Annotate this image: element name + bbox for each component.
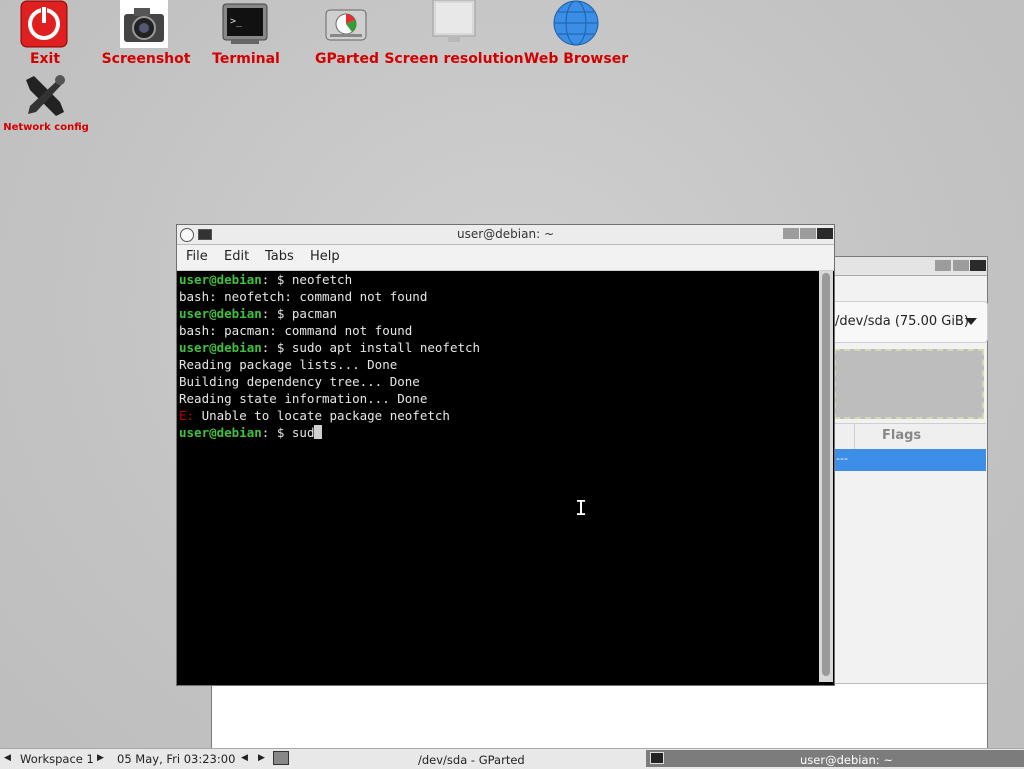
menu-edit[interactable]: Edit <box>224 249 249 264</box>
desktop-icon-label: Network config <box>3 122 89 133</box>
prompt-suffix: : $ <box>261 272 292 287</box>
terminal-window[interactable]: user@debian: ~ File Edit Tabs Help user@… <box>176 224 835 686</box>
terminal-line: Reading state information... Done <box>179 391 428 406</box>
svg-text:>_: >_ <box>230 16 243 27</box>
task-label: /dev/sda - GParted <box>418 753 525 767</box>
terminal-line: user@debian: $ neofetch <box>179 271 480 288</box>
device-selector[interactable]: /dev/sda (75.00 GiB) <box>812 301 988 343</box>
command-text: sud <box>291 425 315 440</box>
terminal-small-icon <box>650 752 664 764</box>
error-text: Unable to locate package neofetch <box>194 408 450 423</box>
desktop-icon-label: GParted <box>315 51 379 67</box>
terminal-line: bash: neofetch: command not found <box>179 289 428 304</box>
terminal-scrollbar[interactable] <box>819 271 833 682</box>
terminal-line: user@debian: $ pacman <box>179 305 480 322</box>
chevron-down-icon <box>965 318 977 325</box>
desktop-icon-label: Web Browser <box>523 51 629 67</box>
desktop-icon-label: Screen resolution <box>384 51 524 67</box>
scrollbar-thumb[interactable] <box>822 273 830 676</box>
partition-row-selected[interactable]: --- <box>834 449 986 471</box>
text-cursor-icon: I <box>575 496 588 520</box>
prompt-suffix: : $ <box>261 340 292 355</box>
terminal-line: E: Unable to locate package neofetch <box>179 407 480 424</box>
terminal-lines: user@debian: $ neofetch bash: neofetch: c… <box>179 271 480 441</box>
partition-table-header: Flags <box>834 423 986 451</box>
desktop-icon-label: Exit <box>29 51 61 67</box>
desktop-icon-screenshot[interactable]: Screenshot <box>102 0 190 70</box>
close-button[interactable] <box>817 228 833 239</box>
desktop-icon-label: Terminal <box>212 51 280 67</box>
workspace-name[interactable]: Workspace 1 <box>20 752 94 766</box>
command-text: pacman <box>291 306 338 321</box>
terminal-line: Reading package lists... Done <box>179 357 398 372</box>
show-desktop-icon[interactable] <box>273 751 289 765</box>
prompt-suffix: : $ <box>261 306 292 321</box>
workspace-next-icon[interactable]: ▶ <box>97 753 104 763</box>
terminal-menubar: File Edit Tabs Help <box>177 245 834 271</box>
minimize-button[interactable] <box>783 228 799 239</box>
prompt-user: user@debian <box>179 425 262 440</box>
disk-partition-graphic[interactable] <box>834 349 984 419</box>
prompt-user: user@debian <box>179 306 262 321</box>
desktop-icon-label: Screenshot <box>101 51 191 67</box>
desktop-icon-screen-resolution[interactable]: Screen resolution <box>384 0 524 70</box>
desktop-icon-network-config[interactable]: Network config <box>3 72 89 136</box>
command-text: neofetch <box>291 272 353 287</box>
column-divider <box>854 424 855 450</box>
prompt-user: user@debian <box>179 340 262 355</box>
disk-icon <box>322 0 370 48</box>
gparted-lower-pane <box>212 683 987 750</box>
prompt-suffix: : $ <box>261 425 292 440</box>
terminal-output[interactable]: user@debian: $ neofetch bash: neofetch: c… <box>177 271 818 682</box>
minimize-button[interactable] <box>935 260 951 271</box>
device-label: /dev/sda (75.00 GiB) <box>835 314 969 329</box>
power-icon <box>20 0 68 48</box>
workspace-prev-icon[interactable]: ◀ <box>4 753 11 763</box>
window-title: user@debian: ~ <box>457 227 554 241</box>
task-gparted[interactable]: /dev/sda - GParted <box>296 750 642 767</box>
column-header-flags[interactable]: Flags <box>882 428 921 443</box>
globe-icon <box>552 0 600 48</box>
block-cursor <box>314 425 323 439</box>
partition-row-text: --- <box>836 452 848 465</box>
terminal-line: bash: pacman: command not found <box>179 323 413 338</box>
command-text: sudo apt install neofetch <box>291 340 481 355</box>
desktop-icon-gparted[interactable]: GParted <box>315 0 379 70</box>
taskbar: ◀ Workspace 1 ▶ 05 May, Fri 03:23:00 ◀ ▶… <box>0 748 1024 769</box>
menu-tabs[interactable]: Tabs <box>265 249 294 264</box>
menu-file[interactable]: File <box>186 249 208 264</box>
prompt-user: user@debian <box>179 272 262 287</box>
menu-help[interactable]: Help <box>310 249 340 264</box>
close-button[interactable] <box>970 260 986 271</box>
terminal-icon: >_ <box>221 0 269 48</box>
terminal-titlebar[interactable]: user@debian: ~ <box>177 225 834 245</box>
tray-next-icon[interactable]: ▶ <box>258 753 265 763</box>
maximize-button[interactable] <box>953 260 969 271</box>
terminal-line: user@debian: $ sudo apt install neofetch <box>179 339 480 356</box>
maximize-button[interactable] <box>800 228 816 239</box>
desktop-icon-exit[interactable]: Exit <box>18 0 72 70</box>
tray-prev-icon[interactable]: ◀ <box>241 753 248 763</box>
desktop-icon-web-browser[interactable]: Web Browser <box>524 0 628 70</box>
error-prefix: E: <box>179 408 195 423</box>
terminal-line: Building dependency tree... Done <box>179 374 420 389</box>
task-label: user@debian: ~ <box>800 753 893 767</box>
task-terminal[interactable]: user@debian: ~ <box>646 750 1024 767</box>
tools-icon <box>20 72 68 120</box>
monitor-icon <box>430 0 478 48</box>
terminal-line: user@debian: $ sud <box>179 424 480 441</box>
camera-icon <box>120 0 168 48</box>
desktop-icon-terminal[interactable]: >_ Terminal <box>212 0 280 70</box>
clock: 05 May, Fri 03:23:00 <box>117 752 236 766</box>
